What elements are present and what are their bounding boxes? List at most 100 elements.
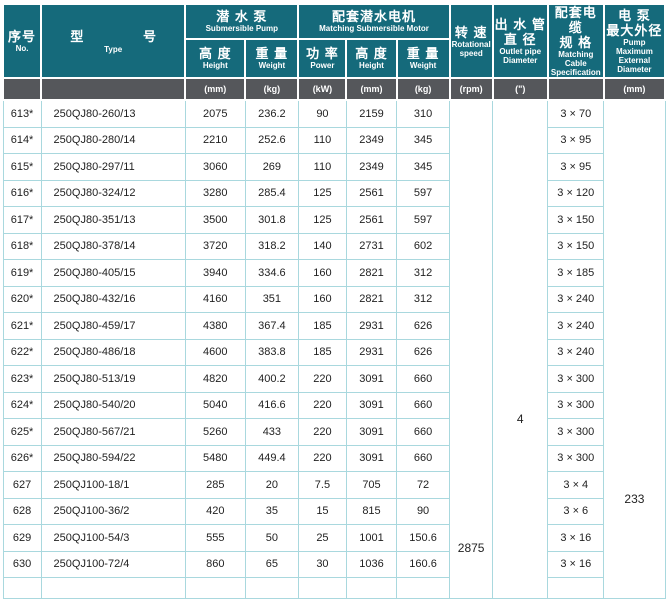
motor-weight-value: 150.6	[397, 525, 450, 552]
pump-height-value: 4820	[185, 366, 245, 393]
pump-height-value: 2210	[185, 127, 245, 154]
row-type: 250QJ100-36/2	[41, 498, 185, 525]
motor-weight-value: 72	[397, 472, 450, 499]
power-value: 220	[298, 445, 346, 472]
power-value: 7.5	[298, 472, 346, 499]
pump-weight-value: 301.8	[245, 207, 298, 234]
pump-height-value: 4380	[185, 313, 245, 340]
cable-value	[548, 578, 604, 599]
row-type: 250QJ80-459/17	[41, 313, 185, 340]
pump-height-value: 3060	[185, 154, 245, 181]
motor-height-value: 2561	[346, 180, 396, 207]
row-no	[3, 578, 41, 599]
header-pump-group-en: Submersible Pump	[186, 24, 297, 33]
row-no: 614*	[3, 127, 41, 154]
pump-weight-value: 50	[245, 525, 298, 552]
header-pump-height: 高 度 Height	[185, 39, 245, 78]
power-value: 110	[298, 154, 346, 181]
motor-weight-value: 602	[397, 233, 450, 260]
header-motor-height-zh: 高 度	[347, 46, 395, 61]
power-value: 220	[298, 366, 346, 393]
cable-value: 3 × 150	[548, 233, 604, 260]
header-outlet: 出 水 管 直 径 Outlet pipe Diameter	[493, 4, 548, 78]
header-maxdia-zh2: 最大外径	[605, 23, 664, 38]
unit-motor-weight: (kg)	[397, 78, 450, 100]
pump-height-value: 285	[185, 472, 245, 499]
cable-value: 3 × 16	[548, 551, 604, 578]
motor-height-value: 2731	[346, 233, 396, 260]
cable-value: 3 × 16	[548, 525, 604, 552]
pump-weight-value: 65	[245, 551, 298, 578]
header-pump-weight: 重 量 Weight	[245, 39, 298, 78]
table-row: 615*250QJ80-297/11306026911023493453 × 9…	[3, 154, 665, 181]
row-type: 250QJ80-324/12	[41, 180, 185, 207]
motor-height-value: 1036	[346, 551, 396, 578]
cable-value: 3 × 120	[548, 180, 604, 207]
pump-weight-value: 269	[245, 154, 298, 181]
row-no: 621*	[3, 313, 41, 340]
motor-weight-value: 312	[397, 286, 450, 313]
power-value: 140	[298, 233, 346, 260]
pump-height-value: 3720	[185, 233, 245, 260]
header-type-en: Type	[42, 45, 184, 54]
unit-type-blank	[41, 78, 185, 100]
power-value: 185	[298, 313, 346, 340]
row-type	[41, 578, 185, 599]
cable-value: 3 × 185	[548, 260, 604, 287]
header-outlet-zh2: 直 径	[494, 32, 547, 47]
motor-weight-value	[397, 578, 450, 599]
motor-weight-value: 597	[397, 207, 450, 234]
power-value: 125	[298, 207, 346, 234]
table-row: 625*250QJ80-567/21526043322030916603 × 3…	[3, 419, 665, 446]
unit-no-blank	[3, 78, 41, 100]
cable-value: 3 × 95	[548, 154, 604, 181]
power-value: 185	[298, 339, 346, 366]
pump-height-value: 5040	[185, 392, 245, 419]
header-power-zh: 功 率	[299, 46, 345, 61]
power-value: 25	[298, 525, 346, 552]
header-motor-group-en: Matching Submersible Motor	[299, 24, 448, 33]
unit-power: (kW)	[298, 78, 346, 100]
pump-weight-value: 449.4	[245, 445, 298, 472]
pump-weight-value: 400.2	[245, 366, 298, 393]
pump-height-value: 3940	[185, 260, 245, 287]
motor-height-value: 2821	[346, 260, 396, 287]
pump-height-value: 555	[185, 525, 245, 552]
row-no: 623*	[3, 366, 41, 393]
power-value: 160	[298, 260, 346, 287]
maxdia-merged-cell-value: 233	[604, 492, 664, 506]
row-type: 250QJ100-72/4	[41, 551, 185, 578]
motor-height-value: 2561	[346, 207, 396, 234]
power-value	[298, 578, 346, 599]
motor-weight-value: 597	[397, 180, 450, 207]
cable-value: 3 × 150	[548, 207, 604, 234]
table-row: 620*250QJ80-432/16416035116028213123 × 2…	[3, 286, 665, 313]
pump-height-value: 5480	[185, 445, 245, 472]
motor-height-value: 1001	[346, 525, 396, 552]
row-no: 630	[3, 551, 41, 578]
row-type: 250QJ80-297/11	[41, 154, 185, 181]
header-cable: 配套电缆 规 格 Matching Cable Specification	[548, 4, 604, 78]
pump-weight-value: 351	[245, 286, 298, 313]
header-outlet-en: Outlet pipe Diameter	[494, 47, 547, 65]
table-row: 619*250QJ80-405/153940334.616028213123 ×…	[3, 260, 665, 287]
header-speed: 转 速 Rotational speed	[450, 4, 493, 78]
maxdia-merged-cell: 233	[604, 100, 665, 599]
pump-weight-value: 20	[245, 472, 298, 499]
cable-value: 3 × 240	[548, 313, 604, 340]
row-no: 613*	[3, 100, 41, 127]
pump-height-value: 4600	[185, 339, 245, 366]
row-no: 625*	[3, 419, 41, 446]
header-motor-weight-zh: 重 量	[398, 46, 449, 61]
row-no: 618*	[3, 233, 41, 260]
header-motor-height: 高 度 Height	[346, 39, 396, 78]
motor-height-value	[346, 578, 396, 599]
table-row: 617*250QJ80-351/133500301.812525615973 ×…	[3, 207, 665, 234]
row-type: 250QJ80-280/14	[41, 127, 185, 154]
motor-height-value: 2931	[346, 339, 396, 366]
table-row: 629250QJ100-54/355550251001150.63 × 16	[3, 525, 665, 552]
pump-height-value	[185, 578, 245, 599]
pump-height-value: 5260	[185, 419, 245, 446]
row-no: 617*	[3, 207, 41, 234]
outlet-merged-cell: 4	[493, 100, 548, 599]
